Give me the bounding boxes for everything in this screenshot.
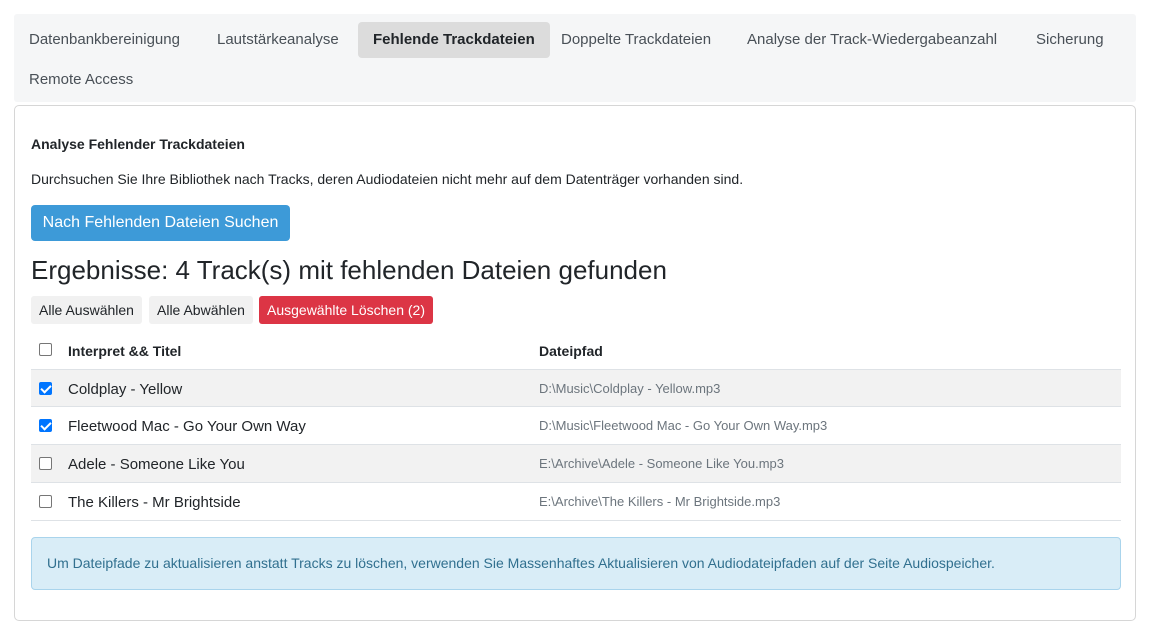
missing-files-card: Analyse Fehlender Trackdateien Durchsuch…: [14, 105, 1136, 621]
card-title: Analyse Fehlender Trackdateien: [31, 136, 245, 152]
select-all-button[interactable]: Alle Auswählen: [31, 296, 142, 324]
row-title: Adele - Someone Like You: [68, 456, 245, 473]
tab-duplicate-track-files[interactable]: Doppelte Trackdateien: [546, 22, 726, 58]
row-checkbox[interactable]: [39, 419, 52, 432]
table-row[interactable]: Coldplay - Yellow D:\Music\Coldplay - Ye…: [31, 369, 1121, 407]
tab-play-count-analysis[interactable]: Analyse der Track-Wiedergabeanzahl: [732, 22, 1012, 58]
row-path: E:\Archive\The Killers - Mr Brightside.m…: [539, 494, 781, 509]
table-row[interactable]: The Killers - Mr Brightside E:\Archive\T…: [31, 483, 1121, 521]
table-header: Interpret && Titel Dateipfad: [31, 332, 1121, 369]
row-checkbox[interactable]: [39, 382, 52, 395]
results-heading: Ergebnisse: 4 Track(s) mit fehlenden Dat…: [31, 255, 667, 285]
info-alert: Um Dateipfade zu aktualisieren anstatt T…: [31, 537, 1121, 590]
row-checkbox[interactable]: [39, 495, 52, 508]
row-checkbox[interactable]: [39, 457, 52, 470]
tab-backup[interactable]: Sicherung: [1021, 22, 1119, 58]
row-path: D:\Music\Coldplay - Yellow.mp3: [539, 381, 721, 396]
row-title: The Killers - Mr Brightside: [68, 494, 241, 511]
scan-missing-files-button[interactable]: Nach Fehlenden Dateien Suchen: [31, 205, 290, 241]
tab-remote-access[interactable]: Remote Access: [14, 62, 148, 98]
row-path: D:\Music\Fleetwood Mac - Go Your Own Way…: [539, 418, 828, 433]
tab-database-cleanup[interactable]: Datenbankbereinigung: [14, 22, 195, 58]
select-all-checkbox[interactable]: [39, 343, 52, 356]
tab-loudness-analysis[interactable]: Lautstärkeanalyse: [202, 22, 354, 58]
row-title: Fleetwood Mac - Go Your Own Way: [68, 418, 306, 435]
header-title: Interpret && Titel: [68, 343, 182, 359]
row-title: Coldplay - Yellow: [68, 381, 183, 398]
row-path: E:\Archive\Adele - Someone Like You.mp3: [539, 456, 784, 471]
card-description: Durchsuchen Sie Ihre Bibliothek nach Tra…: [31, 171, 744, 187]
results-table: Interpret && Titel Dateipfad Coldplay - …: [31, 332, 1121, 521]
tab-missing-track-files[interactable]: Fehlende Trackdateien: [358, 22, 550, 58]
header-path: Dateipfad: [539, 343, 603, 359]
table-row[interactable]: Adele - Someone Like You E:\Archive\Adel…: [31, 445, 1121, 483]
delete-selected-button[interactable]: Ausgewählte Löschen (2): [259, 296, 433, 324]
deselect-all-button[interactable]: Alle Abwählen: [149, 296, 253, 324]
table-row[interactable]: Fleetwood Mac - Go Your Own Way D:\Music…: [31, 407, 1121, 445]
tab-bar: Datenbankbereinigung Lautstärkeanalyse F…: [14, 14, 1136, 102]
